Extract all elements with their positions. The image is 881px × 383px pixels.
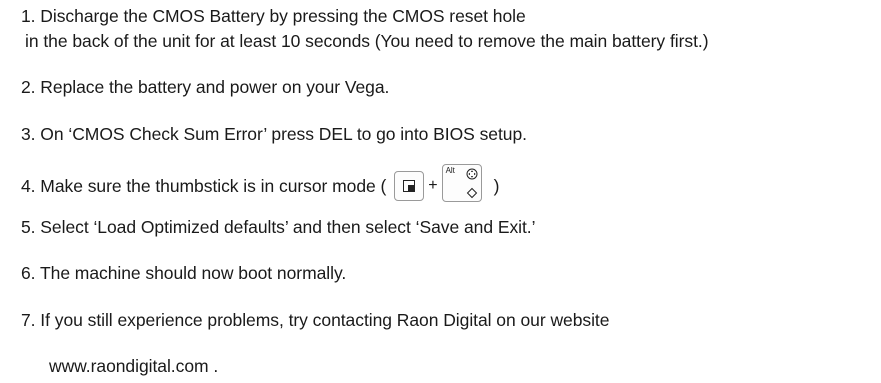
step-2: 2. Replace the battery and power on your… (21, 77, 390, 97)
step-6: 6. The machine should now boot normally. (21, 263, 347, 283)
step-1-line-1: 1. Discharge the CMOS Battery by pressin… (21, 6, 526, 26)
alt-key-label: Alt (445, 166, 455, 175)
step-4-closing: ) (493, 175, 500, 196)
step-4-text: 4. Make sure the thumbstick is in cursor… (21, 175, 387, 196)
step-7: 7. If you still experience problems, try… (21, 310, 610, 330)
step-4: 4. Make sure the thumbstick is in cursor… (21, 164, 500, 202)
window-square-key-icon (394, 170, 425, 201)
website-link[interactable]: www.raondigital.com . (49, 355, 218, 377)
step-1-line-2: in the back of the unit for at least 10 … (25, 31, 709, 51)
step-5: 5. Select ‘Load Optimized defaults’ and … (21, 217, 536, 237)
thumbstick-dpad-icon (466, 168, 478, 180)
instructions-document: 1. Discharge the CMOS Battery by pressin… (0, 0, 881, 383)
diamond-button-icon (466, 187, 477, 199)
step-3: 3. On ‘CMOS Check Sum Error’ press DEL t… (21, 124, 527, 144)
plus-sign: + (428, 176, 438, 194)
alt-thumbstick-key-icon: Alt (441, 164, 482, 202)
